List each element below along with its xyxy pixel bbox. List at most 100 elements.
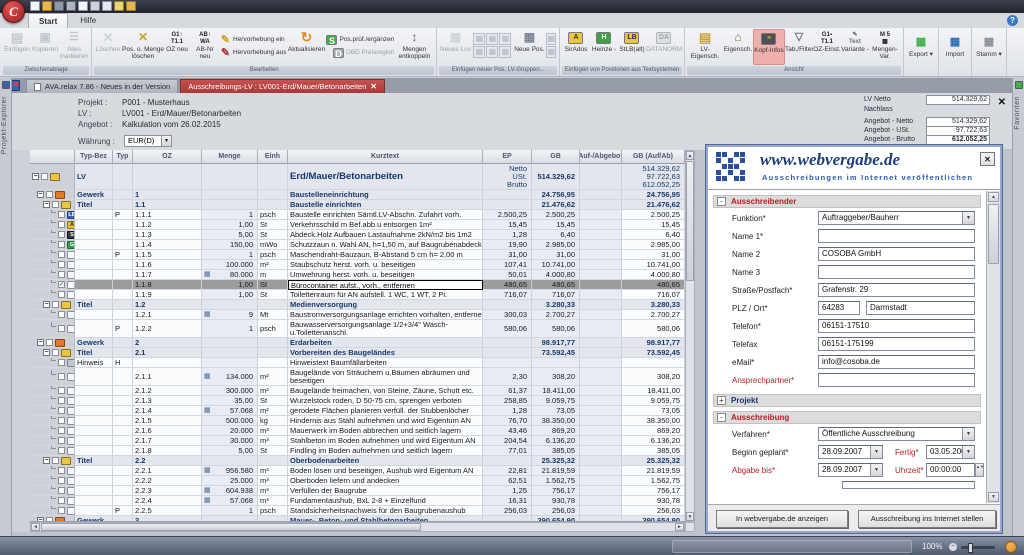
zoom-out-icon[interactable]: − bbox=[949, 543, 957, 551]
table-row-1.1.8[interactable]: ✓ 1.1.8 1,00 St Bürocontainer aufst., vorh.,… bbox=[30, 280, 685, 290]
row-checkbox[interactable] bbox=[58, 477, 65, 484]
row-checkbox[interactable] bbox=[52, 457, 59, 464]
table-row-2.2.4[interactable]: 2.2.4 ▦ 57.068 m³ Fundamentaushub, BxL 2-8 +… bbox=[30, 496, 685, 506]
einf-gen-button[interactable]: ▤ Einfügen bbox=[3, 29, 31, 65]
import-button[interactable]: ▦ Import bbox=[941, 34, 969, 70]
mini-grid-icon[interactable]: ▦ bbox=[473, 33, 486, 45]
ribbon-tab-hilfe[interactable]: Hilfe bbox=[70, 13, 106, 28]
column-header-einh[interactable]: Einh bbox=[258, 150, 288, 164]
zoom-slider-track[interactable] bbox=[961, 546, 995, 549]
pos-o-menge-l-schen-button[interactable]: ✕ Pos. o. Menge löschen bbox=[122, 29, 164, 65]
chevron-down-icon[interactable]: ▼ bbox=[962, 446, 974, 458]
row-checkbox[interactable] bbox=[58, 325, 65, 332]
open-folder-icon[interactable] bbox=[42, 1, 52, 11]
table-row-2.1.7[interactable]: 2.1.7 30.000 m³ Stahlbeton im Boden aufnehm… bbox=[30, 436, 685, 446]
mengen-var-button[interactable]: M 5 ▦ Mengen-Var. bbox=[869, 29, 901, 65]
save-all-icon[interactable] bbox=[66, 1, 76, 11]
table-row[interactable]: − LV Erd/Mauer/Betonarbeiten Netto USt. Bru… bbox=[30, 164, 685, 190]
table-row-2.1.4[interactable]: 2.1.4 ▦ 57.068 m² gerodete Flächen planieren… bbox=[30, 406, 685, 416]
collapse-icon[interactable]: - bbox=[717, 413, 726, 422]
datanorm-button[interactable]: DA DATANORM bbox=[646, 29, 682, 65]
horizontal-scrollbar[interactable]: ◄ ► bbox=[30, 522, 685, 532]
telefax-input[interactable]: 06151-175199 bbox=[818, 337, 975, 351]
table-row-1.1.5[interactable]: P 1.1.5 1 psch Maschendraht-Bauzaun, B-Absta… bbox=[30, 250, 685, 260]
table-row-1.1[interactable]: − Titel 1.1 Baustelle einrichten 21.476,62 21… bbox=[30, 200, 685, 210]
expand-box[interactable]: − bbox=[43, 349, 50, 356]
table-row-1.2.1[interactable]: 1.2.1 ▦ 9 Mt Baustromversorgungsanlage erric… bbox=[30, 310, 685, 320]
chevron-down-icon[interactable]: ▼ bbox=[962, 212, 974, 224]
row-checkbox[interactable] bbox=[58, 507, 65, 514]
table-row-2.2.3[interactable]: 2.2.3 ▦ 604.938 m³ Verfüllen der Baugrube 1,2… bbox=[30, 486, 685, 496]
heinze-button[interactable]: H Heinze - bbox=[590, 29, 618, 65]
expand-box[interactable]: − bbox=[37, 339, 44, 346]
zoom-slider-thumb[interactable] bbox=[968, 542, 973, 553]
fertig-input[interactable]: 03.05.2007 ▼ bbox=[926, 445, 975, 459]
verfahren-input[interactable]: Öffentliche Ausschreibung ▼ bbox=[818, 427, 975, 441]
expand-box[interactable]: − bbox=[43, 301, 50, 308]
totals-value[interactable]: 612.052,25 bbox=[926, 135, 990, 145]
column-header-gb[interactable]: GB bbox=[532, 150, 580, 164]
document-tab-active[interactable]: Ausschreibungs-LV : LV001-Erd/Mauer/Beto… bbox=[180, 79, 386, 93]
dbd-preisregion-button[interactable]: D DBD Preisregion bbox=[326, 46, 394, 59]
table-row-2.2.5[interactable]: P 2.2.5 1 psch Standsicherheitsnachweis für … bbox=[30, 506, 685, 516]
lv-eigensch-button[interactable]: ▤ LV-Eigensch. bbox=[687, 29, 723, 65]
row-checkbox[interactable] bbox=[58, 291, 65, 298]
calculator-icon[interactable]: ▦ bbox=[204, 467, 211, 475]
report-icon[interactable] bbox=[114, 1, 124, 11]
app-logo-icon[interactable]: C bbox=[2, 0, 25, 23]
calculator-icon[interactable]: ▦ bbox=[204, 407, 211, 415]
l-schen-button[interactable]: ✕ Löschen bbox=[94, 29, 122, 65]
notification-orb-icon[interactable] bbox=[1005, 541, 1017, 553]
close-tab-icon[interactable]: ✕ bbox=[370, 80, 377, 93]
beginn-geplant-input[interactable]: 28.09.2007 ▼ bbox=[818, 445, 883, 459]
name-1-input[interactable] bbox=[818, 229, 975, 243]
mini-grid-icon[interactable]: ▦ bbox=[486, 33, 499, 45]
row-checkbox[interactable] bbox=[58, 497, 65, 504]
project-explorer-icon[interactable] bbox=[2, 81, 10, 89]
time-spinner[interactable]: ▲▼ bbox=[975, 463, 984, 477]
plz-input[interactable]: 64283 bbox=[818, 301, 860, 315]
abgabe-bis-input[interactable]: 28.09.2007 ▼ bbox=[818, 463, 883, 477]
row-checkbox[interactable] bbox=[41, 173, 48, 180]
kopieren-button[interactable]: ▣ Kopieren bbox=[31, 29, 59, 65]
table-row[interactable]: Hinweis H Hinweistext Baumfällarbeiten bbox=[30, 358, 685, 368]
row-checkbox[interactable] bbox=[58, 437, 65, 444]
print-preview-icon[interactable] bbox=[102, 1, 112, 11]
row-checkbox[interactable]: ✓ bbox=[58, 281, 65, 288]
table-row-2.2.1[interactable]: 2.2.1 ▦ 956.580 m³ Boden lösen und beseitige… bbox=[30, 466, 685, 476]
mengen-entkoppeln-button[interactable]: ↕ Mengen entkoppeln bbox=[394, 29, 434, 65]
column-header-menge[interactable]: Menge bbox=[202, 150, 258, 164]
hervorhebung-ein-button[interactable]: ✎ Hervorhebung ein bbox=[220, 33, 286, 46]
table-row-2.1.1[interactable]: 2.1.1 ▦ 134.000 m² Baugelände von Sträuchern… bbox=[30, 368, 685, 386]
table-row-2.1.3[interactable]: 2.1.3 35,00 St Wurzelstock roden, D 50-75 c… bbox=[30, 396, 685, 406]
row-checkbox[interactable] bbox=[58, 261, 65, 268]
favorites-icon[interactable] bbox=[1015, 81, 1023, 89]
row-checkbox[interactable] bbox=[46, 191, 53, 198]
new-page-icon[interactable] bbox=[30, 1, 40, 11]
table-row-2.2.2[interactable]: 2.2.2 25.000 m³ Oberboden liefern und andec… bbox=[30, 476, 685, 486]
alles-markieren-button[interactable]: ☰ Alles markieren bbox=[59, 29, 89, 65]
calculator-icon[interactable]: ▦ bbox=[204, 487, 211, 495]
column-header-typbez[interactable]: Typ-Bez bbox=[75, 150, 113, 164]
table-row-1.1.4[interactable]: G 1.1.4 150,00 mWo Schutzzaun n. Wahl AN, h=… bbox=[30, 240, 685, 250]
totals-value[interactable]: 514.329,62 bbox=[926, 95, 990, 105]
collapse-icon[interactable]: - bbox=[717, 197, 726, 206]
print-icon[interactable] bbox=[90, 1, 100, 11]
table-row-1.1.7[interactable]: 1.1.7 ▦ 80.000 m Umwehrung herst. vorh. u. b… bbox=[30, 270, 685, 280]
table-row-2.1[interactable]: − Titel 2.1 Vorbereiten des Baugeländes 73.5… bbox=[30, 348, 685, 358]
ab-nr-neu-button[interactable]: AB↑ WA AB-Nr neu bbox=[190, 29, 220, 65]
page-setup-icon[interactable] bbox=[78, 1, 88, 11]
dialog-scrollbar[interactable]: ▲ ▼ bbox=[986, 191, 1000, 503]
neues-los-button[interactable]: ▦ Neues Los bbox=[439, 29, 471, 65]
expand-icon[interactable]: + bbox=[717, 396, 726, 405]
calculator-icon[interactable]: ▦ bbox=[204, 271, 211, 279]
column-header-ep[interactable]: EP bbox=[483, 150, 532, 164]
table-row-1[interactable]: − Gewerk 1 Baustelleneinrichtung 24.756,95 24… bbox=[30, 190, 685, 200]
row-checkbox[interactable] bbox=[58, 417, 65, 424]
mini-grid-icon[interactable]: ▦ bbox=[486, 46, 499, 58]
sirados-button[interactable]: A SirAdos bbox=[562, 29, 590, 65]
row-checkbox[interactable] bbox=[52, 301, 59, 308]
table-row-2[interactable]: − Gewerk 2 Erdarbeiten 98.917,77 98.917,77 bbox=[30, 338, 685, 348]
stamm-button[interactable]: ▦ Stamm ▾ bbox=[974, 34, 1004, 70]
row-checkbox[interactable] bbox=[58, 231, 65, 238]
